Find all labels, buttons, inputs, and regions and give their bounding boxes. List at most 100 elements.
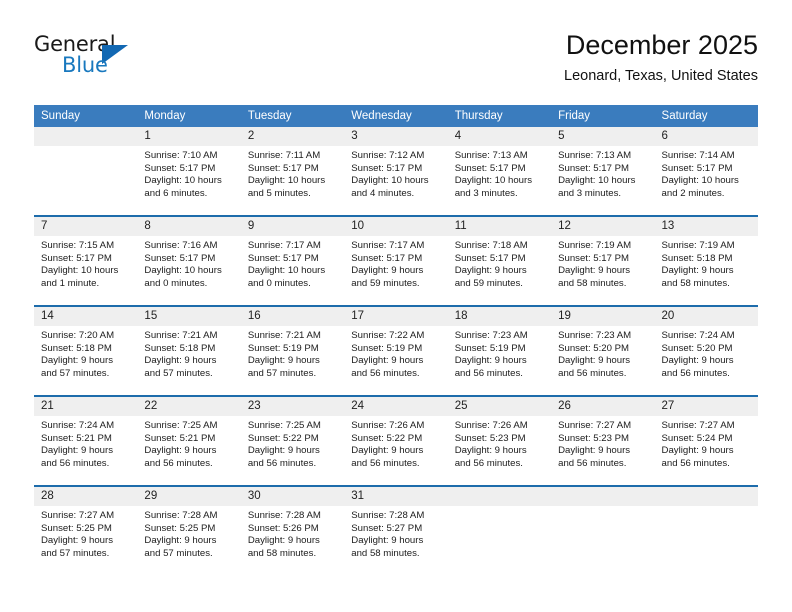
day-number: 30 <box>240 487 345 506</box>
day-details: Sunrise: 7:10 AM Sunset: 5:17 PM Dayligh… <box>137 146 240 200</box>
day-cell[interactable]: 27 Sunrise: 7:27 AM Sunset: 5:24 PM Dayl… <box>654 395 758 486</box>
sunrise-text: Sunrise: 7:14 AM <box>661 150 735 161</box>
sunset-text: Sunset: 5:17 PM <box>247 252 319 264</box>
sunset-text: Sunset: 5:20 PM <box>558 342 630 354</box>
daylight-text-line1: Daylight: 10 hours <box>144 265 222 277</box>
weekday-header-saturday: Saturday <box>654 105 758 127</box>
day-details: Sunrise: 7:23 AM Sunset: 5:20 PM Dayligh… <box>551 326 654 380</box>
sunrise-text: Sunrise: 7:27 AM <box>558 420 632 431</box>
day-details: Sunrise: 7:26 AM Sunset: 5:22 PM Dayligh… <box>344 416 447 470</box>
day-cell[interactable]: 8 Sunrise: 7:16 AM Sunset: 5:17 PM Dayli… <box>137 215 241 306</box>
daylight-text-line2: and 59 minutes. <box>454 277 523 289</box>
day-number: 10 <box>344 217 448 236</box>
sunrise-text: Sunrise: 7:12 AM <box>351 150 425 161</box>
day-cell[interactable]: 9 Sunrise: 7:17 AM Sunset: 5:17 PM Dayli… <box>240 215 345 306</box>
day-number: 8 <box>137 217 241 236</box>
day-cell[interactable]: 23 Sunrise: 7:25 AM Sunset: 5:22 PM Dayl… <box>240 395 345 486</box>
day-cell[interactable]: 29 Sunrise: 7:28 AM Sunset: 5:25 PM Dayl… <box>137 485 241 575</box>
daylight-text-line2: and 3 minutes. <box>558 187 622 199</box>
day-details: Sunrise: 7:27 AM Sunset: 5:25 PM Dayligh… <box>34 506 137 560</box>
day-number: 5 <box>551 127 655 146</box>
day-cell[interactable]: 26 Sunrise: 7:27 AM Sunset: 5:23 PM Dayl… <box>551 395 655 486</box>
calendar-week-row: 14 Sunrise: 7:20 AM Sunset: 5:18 PM Dayl… <box>34 305 758 396</box>
sunset-text: Sunset: 5:21 PM <box>41 432 112 444</box>
day-number: 28 <box>34 487 138 506</box>
day-details: Sunrise: 7:28 AM Sunset: 5:27 PM Dayligh… <box>344 506 447 560</box>
day-details: Sunrise: 7:19 AM Sunset: 5:18 PM Dayligh… <box>655 236 758 290</box>
daylight-text-line2: and 56 minutes. <box>454 367 523 379</box>
sunrise-text: Sunrise: 7:27 AM <box>41 510 115 521</box>
daylight-text-line2: and 57 minutes. <box>247 367 317 379</box>
daylight-text-line2: and 56 minutes. <box>454 457 523 469</box>
day-cell[interactable]: 20 Sunrise: 7:24 AM Sunset: 5:20 PM Dayl… <box>654 305 758 396</box>
sunset-text: Sunset: 5:23 PM <box>454 432 526 444</box>
daylight-text-line2: and 57 minutes. <box>41 367 110 379</box>
sunset-text: Sunset: 5:26 PM <box>247 522 319 534</box>
day-cell[interactable]: 30 Sunrise: 7:28 AM Sunset: 5:26 PM Dayl… <box>240 485 345 575</box>
day-cell[interactable]: 22 Sunrise: 7:25 AM Sunset: 5:21 PM Dayl… <box>137 395 241 486</box>
day-details: Sunrise: 7:25 AM Sunset: 5:21 PM Dayligh… <box>137 416 240 470</box>
daylight-text-line2: and 6 minutes. <box>144 187 208 199</box>
daylight-text-line1: Daylight: 9 hours <box>661 445 734 457</box>
calendar-header-row: Sunday Monday Tuesday Wednesday Thursday… <box>34 105 758 127</box>
day-cell[interactable]: 24 Sunrise: 7:26 AM Sunset: 5:22 PM Dayl… <box>344 395 448 486</box>
daylight-text-line1: Daylight: 9 hours <box>661 355 734 367</box>
day-cell[interactable]: 11 Sunrise: 7:18 AM Sunset: 5:17 PM Dayl… <box>447 215 552 306</box>
sunrise-text: Sunrise: 7:23 AM <box>454 330 528 341</box>
day-cell[interactable]: 31 Sunrise: 7:28 AM Sunset: 5:27 PM Dayl… <box>344 485 448 575</box>
day-cell[interactable]: 7 Sunrise: 7:15 AM Sunset: 5:17 PM Dayli… <box>34 215 138 306</box>
day-number: 19 <box>551 307 655 326</box>
day-cell <box>654 485 758 575</box>
day-cell[interactable]: 28 Sunrise: 7:27 AM Sunset: 5:25 PM Dayl… <box>34 485 138 575</box>
sunset-text: Sunset: 5:24 PM <box>661 432 733 444</box>
daylight-text-line1: Daylight: 9 hours <box>144 535 217 547</box>
sunrise-text: Sunrise: 7:28 AM <box>247 510 321 521</box>
day-cell[interactable]: 13 Sunrise: 7:19 AM Sunset: 5:18 PM Dayl… <box>654 215 758 306</box>
day-cell[interactable]: 12 Sunrise: 7:19 AM Sunset: 5:17 PM Dayl… <box>551 215 655 306</box>
day-cell <box>447 485 552 575</box>
sunrise-text: Sunrise: 7:13 AM <box>558 150 632 161</box>
sunrise-text: Sunrise: 7:28 AM <box>144 510 218 521</box>
day-details: Sunrise: 7:20 AM Sunset: 5:18 PM Dayligh… <box>34 326 137 380</box>
day-cell[interactable]: 10 Sunrise: 7:17 AM Sunset: 5:17 PM Dayl… <box>344 215 448 306</box>
day-details: Sunrise: 7:12 AM Sunset: 5:17 PM Dayligh… <box>344 146 447 200</box>
day-number: 12 <box>551 217 655 236</box>
day-details: Sunrise: 7:14 AM Sunset: 5:17 PM Dayligh… <box>655 146 758 200</box>
daylight-text-line2: and 2 minutes. <box>661 187 725 199</box>
day-number: 16 <box>240 307 345 326</box>
day-cell[interactable]: 14 Sunrise: 7:20 AM Sunset: 5:18 PM Dayl… <box>34 305 138 396</box>
day-cell[interactable]: 19 Sunrise: 7:23 AM Sunset: 5:20 PM Dayl… <box>551 305 655 396</box>
day-details: Sunrise: 7:23 AM Sunset: 5:19 PM Dayligh… <box>448 326 551 380</box>
day-cell[interactable]: 18 Sunrise: 7:23 AM Sunset: 5:19 PM Dayl… <box>447 305 552 396</box>
daylight-text-line1: Daylight: 9 hours <box>558 445 631 457</box>
day-cell[interactable]: 16 Sunrise: 7:21 AM Sunset: 5:19 PM Dayl… <box>240 305 345 396</box>
day-details: Sunrise: 7:24 AM Sunset: 5:21 PM Dayligh… <box>34 416 137 470</box>
day-cell[interactable]: 1 Sunrise: 7:10 AM Sunset: 5:17 PM Dayli… <box>137 127 241 216</box>
day-details: Sunrise: 7:17 AM Sunset: 5:17 PM Dayligh… <box>241 236 344 290</box>
sunrise-text: Sunrise: 7:23 AM <box>558 330 632 341</box>
daylight-text-line1: Daylight: 9 hours <box>351 445 424 457</box>
day-cell[interactable]: 15 Sunrise: 7:21 AM Sunset: 5:18 PM Dayl… <box>137 305 241 396</box>
daylight-text-line2: and 56 minutes. <box>558 367 627 379</box>
day-details: Sunrise: 7:21 AM Sunset: 5:19 PM Dayligh… <box>241 326 344 380</box>
day-number: 3 <box>344 127 448 146</box>
day-cell[interactable]: 2 Sunrise: 7:11 AM Sunset: 5:17 PM Dayli… <box>240 127 345 216</box>
calendar-body: 1 Sunrise: 7:10 AM Sunset: 5:17 PM Dayli… <box>34 127 758 575</box>
day-number: 17 <box>344 307 448 326</box>
daylight-text-line1: Daylight: 9 hours <box>247 535 320 547</box>
day-cell <box>551 485 655 575</box>
day-cell[interactable]: 25 Sunrise: 7:26 AM Sunset: 5:23 PM Dayl… <box>447 395 552 486</box>
daylight-text-line2: and 1 minute. <box>41 277 100 289</box>
day-cell[interactable]: 21 Sunrise: 7:24 AM Sunset: 5:21 PM Dayl… <box>34 395 138 486</box>
day-cell[interactable]: 3 Sunrise: 7:12 AM Sunset: 5:17 PM Dayli… <box>344 127 448 216</box>
day-cell[interactable]: 4 Sunrise: 7:13 AM Sunset: 5:17 PM Dayli… <box>447 127 552 216</box>
sunrise-text: Sunrise: 7:25 AM <box>247 420 321 431</box>
day-cell[interactable]: 5 Sunrise: 7:13 AM Sunset: 5:17 PM Dayli… <box>551 127 655 216</box>
sunset-text: Sunset: 5:19 PM <box>247 342 319 354</box>
daylight-text-line2: and 0 minutes. <box>144 277 208 289</box>
day-cell[interactable]: 6 Sunrise: 7:14 AM Sunset: 5:17 PM Dayli… <box>654 127 758 216</box>
daylight-text-line2: and 0 minutes. <box>247 277 311 289</box>
general-blue-logo[interactable]: General Blue <box>34 32 154 84</box>
day-cell[interactable]: 17 Sunrise: 7:22 AM Sunset: 5:19 PM Dayl… <box>344 305 448 396</box>
weekday-header-wednesday: Wednesday <box>344 105 448 127</box>
